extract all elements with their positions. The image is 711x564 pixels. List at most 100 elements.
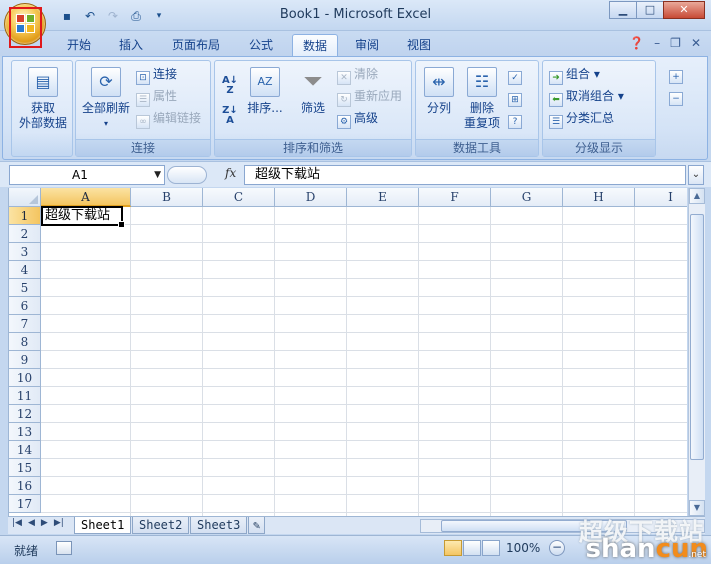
sort-descending-icon[interactable]: Z↓ A xyxy=(219,105,241,127)
formula-input[interactable]: 超级下载站 xyxy=(244,165,686,185)
last-sheet-icon[interactable]: ▶| xyxy=(54,518,64,528)
group-data-tools: ⇹ 分列 ☷ 删除 重复项 ✓ ⊞ ? 数据工具 xyxy=(415,60,539,157)
filter-button[interactable]: ⏷ 筛选 xyxy=(293,67,333,116)
name-box-dropdown-icon[interactable]: ▼ xyxy=(154,166,161,184)
get-external-data-button[interactable]: ▤ 获取 外部数据 xyxy=(14,67,72,131)
reapply-button[interactable]: ↻ 重新应用 xyxy=(337,87,402,107)
undo-icon[interactable]: ↶ xyxy=(81,8,99,24)
horizontal-scrollbar[interactable] xyxy=(420,519,705,533)
connections-button[interactable]: ⊡ 连接 xyxy=(136,65,177,85)
minimize-button[interactable]: ▁ xyxy=(609,1,637,19)
next-sheet-icon[interactable]: ▶ xyxy=(41,518,48,528)
scroll-up-icon[interactable]: ▲ xyxy=(689,188,705,204)
text-to-columns-button[interactable]: ⇹ 分列 xyxy=(420,67,458,116)
row-header-7[interactable]: 7 xyxy=(9,315,41,333)
help-icon[interactable]: ❓ xyxy=(629,36,644,50)
data-validation-button[interactable]: ✓ xyxy=(508,65,525,85)
row-header-4[interactable]: 4 xyxy=(9,261,41,279)
sheet-tab-1[interactable]: Sheet1 xyxy=(74,517,132,534)
row-header-16[interactable]: 16 xyxy=(9,477,41,495)
grid-row-line xyxy=(41,350,687,351)
formula-cancel-enter[interactable] xyxy=(167,166,207,184)
tab-view[interactable]: 视图 xyxy=(396,34,442,56)
row-header-11[interactable]: 11 xyxy=(9,387,41,405)
row-header-6[interactable]: 6 xyxy=(9,297,41,315)
row-header-8[interactable]: 8 xyxy=(9,333,41,351)
prev-sheet-icon[interactable]: ◀ xyxy=(28,518,35,528)
row-header-3[interactable]: 3 xyxy=(9,243,41,261)
page-break-view-icon[interactable] xyxy=(482,540,500,556)
ungroup-button[interactable]: ⬅ 取消组合 ▾ xyxy=(549,87,624,107)
hide-detail-icon[interactable]: − xyxy=(669,86,686,106)
print-preview-icon[interactable]: ⎙ xyxy=(127,8,145,24)
vertical-scrollbar[interactable]: ▲ ▼ xyxy=(688,188,705,516)
subtotal-button[interactable]: ☰ 分类汇总 xyxy=(549,109,614,129)
tab-insert[interactable]: 插入 xyxy=(108,34,154,56)
select-all-button[interactable] xyxy=(9,188,41,207)
sort-ascending-icon[interactable]: A↓ Z xyxy=(219,75,241,97)
maximize-button[interactable]: □ xyxy=(636,1,664,19)
first-sheet-icon[interactable]: |◀ xyxy=(12,518,22,528)
column-header-e[interactable]: E xyxy=(347,188,419,207)
normal-view-icon[interactable] xyxy=(444,540,462,556)
what-if-button[interactable]: ? xyxy=(508,109,525,129)
tab-review[interactable]: 审阅 xyxy=(344,34,390,56)
column-header-a[interactable]: A xyxy=(41,188,131,207)
vertical-scroll-thumb[interactable] xyxy=(690,214,704,460)
scroll-down-icon[interactable]: ▼ xyxy=(689,500,705,516)
row-header-10[interactable]: 10 xyxy=(9,369,41,387)
clear-button[interactable]: ✕ 清除 xyxy=(337,65,378,85)
properties-button[interactable]: ☰ 属性 xyxy=(136,87,177,107)
row-header-5[interactable]: 5 xyxy=(9,279,41,297)
column-header-h[interactable]: H xyxy=(563,188,635,207)
column-header-g[interactable]: G xyxy=(491,188,563,207)
insert-function-icon[interactable]: fx xyxy=(225,166,236,180)
row-header-15[interactable]: 15 xyxy=(9,459,41,477)
redo-icon[interactable]: ↷ xyxy=(104,8,122,24)
name-box[interactable]: A1 ▼ xyxy=(9,165,165,185)
ribbon-close-icon[interactable]: ✕ xyxy=(691,36,701,50)
sheet-tab-3[interactable]: Sheet3 xyxy=(190,517,248,534)
group-button[interactable]: ➜ 组合 ▾ xyxy=(549,65,600,85)
customize-qat-icon[interactable]: ▾ xyxy=(150,8,168,24)
tab-home[interactable]: 开始 xyxy=(56,34,102,56)
refresh-all-button[interactable]: ⟳ 全部刷新 ▾ xyxy=(78,67,134,131)
page-layout-view-icon[interactable] xyxy=(463,540,481,556)
column-header-i[interactable]: I xyxy=(635,188,687,207)
sort-button[interactable]: AZ 排序... xyxy=(245,67,285,116)
row-header-9[interactable]: 9 xyxy=(9,351,41,369)
row-header-1[interactable]: 1 xyxy=(9,207,41,225)
show-detail-icon[interactable]: + xyxy=(669,64,686,84)
tab-data[interactable]: 数据 xyxy=(292,34,338,56)
tab-page-layout[interactable]: 页面布局 xyxy=(160,34,232,56)
close-button[interactable]: ✕ xyxy=(663,1,705,19)
edit-links-button[interactable]: ∞ 编辑链接 xyxy=(136,109,201,129)
zoom-out-icon[interactable]: − xyxy=(549,540,565,556)
worksheet-grid[interactable]: A B C D E F G H I 1 2 3 4 5 6 7 8 9 10 11 12 13 14 15 16 17 超级下载站 xyxy=(8,188,687,516)
row-header-2[interactable]: 2 xyxy=(9,225,41,243)
subtotal-icon: ☰ xyxy=(549,115,563,129)
column-header-c[interactable]: C xyxy=(203,188,275,207)
row-header-12[interactable]: 12 xyxy=(9,405,41,423)
sheet-nav-buttons: |◀ ◀ ▶ ▶| xyxy=(12,518,64,528)
remove-duplicates-button[interactable]: ☷ 删除 重复项 xyxy=(460,67,504,131)
advanced-button[interactable]: ⚙ 高级 xyxy=(337,109,378,129)
macro-record-icon[interactable] xyxy=(56,541,72,555)
cell-a1[interactable]: 超级下载站 xyxy=(41,206,125,228)
insert-sheet-icon[interactable]: ✎ xyxy=(248,517,266,534)
zoom-level[interactable]: 100% xyxy=(506,541,540,555)
ribbon-restore-icon[interactable]: ❐ xyxy=(670,36,681,50)
row-header-17[interactable]: 17 xyxy=(9,495,41,513)
sheet-tab-2[interactable]: Sheet2 xyxy=(132,517,190,534)
column-header-f[interactable]: F xyxy=(419,188,491,207)
horizontal-scroll-thumb[interactable] xyxy=(441,520,627,532)
column-header-d[interactable]: D xyxy=(275,188,347,207)
ribbon-minimize-icon[interactable]: – xyxy=(654,36,660,50)
tab-formulas[interactable]: 公式 xyxy=(238,34,284,56)
row-header-13[interactable]: 13 xyxy=(9,423,41,441)
consolidate-button[interactable]: ⊞ xyxy=(508,87,525,107)
row-header-14[interactable]: 14 xyxy=(9,441,41,459)
save-icon[interactable]: ▪ xyxy=(58,8,76,24)
column-header-b[interactable]: B xyxy=(131,188,203,207)
expand-formula-bar-icon[interactable]: ⌄ xyxy=(688,165,704,185)
